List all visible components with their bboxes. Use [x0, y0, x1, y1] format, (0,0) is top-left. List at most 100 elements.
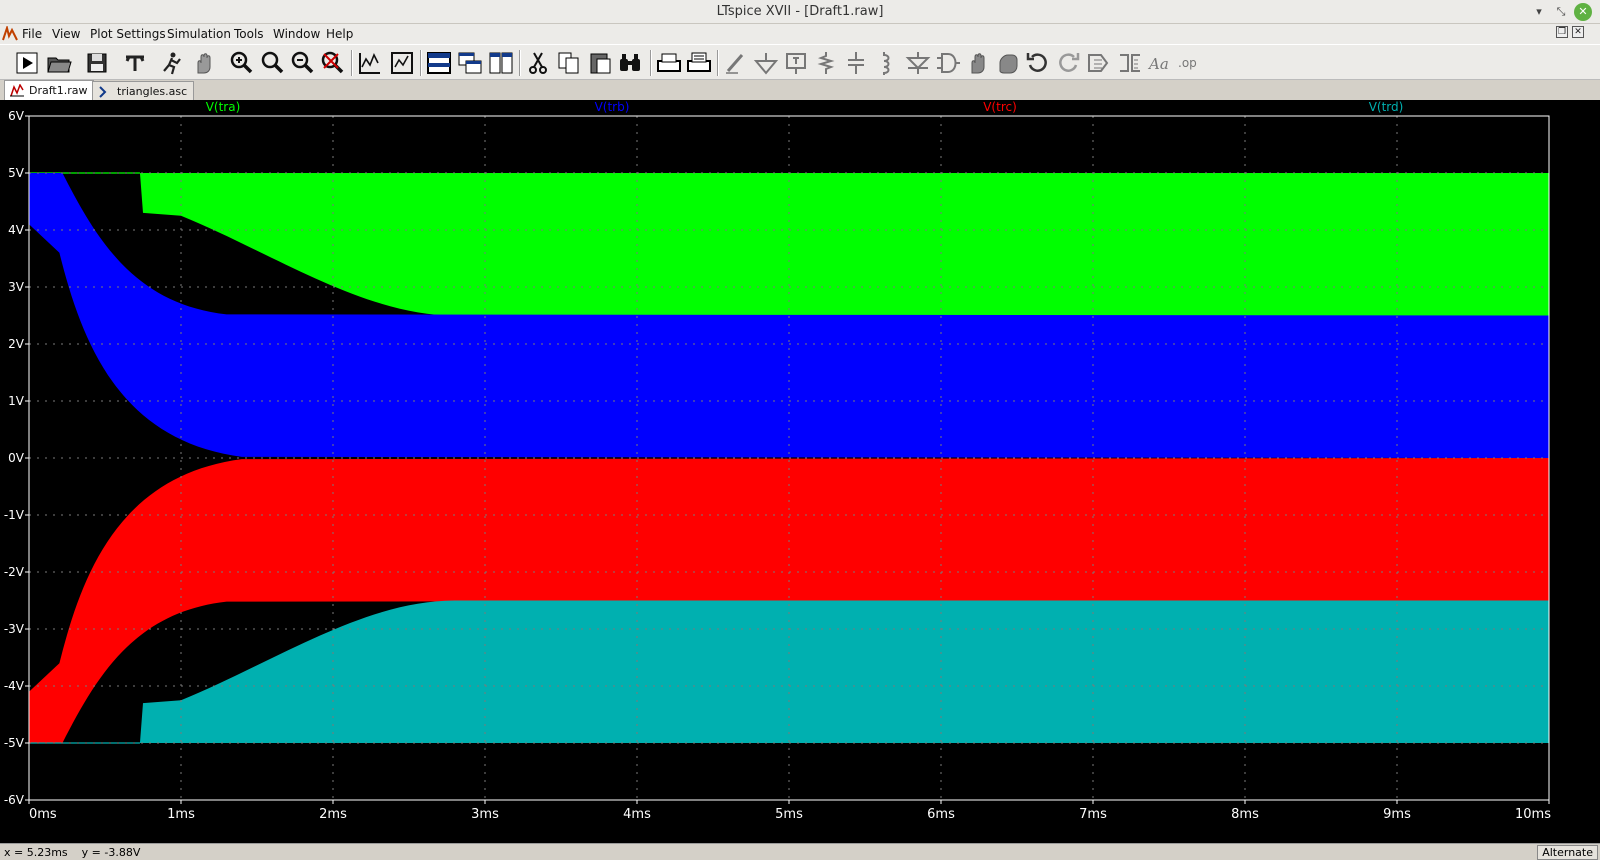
menu-help[interactable]: Help: [326, 27, 353, 41]
svg-text:Aa: Aa: [1147, 55, 1169, 73]
mark-icon[interactable]: [388, 49, 416, 77]
x-tick-label: 7ms: [1079, 807, 1107, 822]
y-tick-label: 1V: [8, 394, 25, 408]
move-icon[interactable]: [964, 49, 992, 77]
x-tick-label: 8ms: [1231, 807, 1259, 822]
spice-directive-icon[interactable]: .op: [1176, 49, 1204, 77]
y-tick-label: -3V: [4, 622, 25, 636]
y-tick-label: 0V: [8, 451, 25, 465]
tab-label: triangles.asc: [117, 85, 188, 98]
y-tick-label: 4V: [8, 223, 25, 237]
x-tick-label: 9ms: [1383, 807, 1411, 822]
tab-draft1-raw[interactable]: Draft1.raw: [4, 80, 95, 100]
copy-icon[interactable]: [555, 49, 583, 77]
schematic-icon: [99, 86, 107, 98]
title-bar: LTspice XVII - [Draft1.raw] ▾ ⤡ ✕: [0, 0, 1600, 24]
menu-plot-settings[interactable]: Plot Settings: [90, 27, 166, 41]
x-tick-label: 2ms: [319, 807, 347, 822]
find-icon[interactable]: [616, 49, 644, 77]
trace-label[interactable]: V(trb): [595, 100, 630, 114]
autorange-icon[interactable]: [356, 49, 384, 77]
ltspice-logo-icon: [2, 26, 18, 41]
capacitor-icon[interactable]: [842, 49, 870, 77]
inductor-icon[interactable]: [872, 49, 900, 77]
cut-icon[interactable]: [524, 49, 552, 77]
y-tick-label: 6V: [8, 109, 25, 123]
mdi-close-icon[interactable]: ✕: [1572, 26, 1584, 38]
zoom-in-icon[interactable]: [227, 49, 255, 77]
pan-icon[interactable]: [190, 49, 218, 77]
diode-icon[interactable]: [904, 49, 932, 77]
menu-bar: File View Plot Settings Simulation Tools…: [0, 24, 1600, 44]
component-icon[interactable]: [934, 49, 962, 77]
toolbar-separator: [519, 50, 521, 76]
mirror-icon[interactable]: [1116, 49, 1144, 77]
toolbar-separator: [717, 50, 719, 76]
trace-mode-indicator: Alternate: [1537, 845, 1598, 860]
trace-v-trd-envelope[interactable]: [139, 600, 1550, 744]
zoom-full-icon[interactable]: [258, 49, 286, 77]
ground-icon[interactable]: [752, 49, 780, 77]
svg-text:.op: .op: [1178, 56, 1197, 70]
save-icon[interactable]: [83, 49, 111, 77]
print-icon[interactable]: [655, 49, 683, 77]
tab-triangles-asc[interactable]: triangles.asc: [92, 81, 195, 100]
menu-window[interactable]: Window: [273, 27, 320, 41]
trace-v-tra-envelope[interactable]: [139, 173, 1550, 316]
y-tick-label: 2V: [8, 337, 25, 351]
toolbar-separator: [420, 50, 422, 76]
waveform-viewer[interactable]: 6V 5V 4V 3V 2V 1V 0V -1V -2V -3V -4V -5V -6V 0ms 1ms 2…: [0, 100, 1600, 843]
y-tick-label: -2V: [4, 565, 25, 579]
wire-icon[interactable]: [722, 49, 750, 77]
menu-view[interactable]: View: [52, 27, 80, 41]
waveform-icon: [10, 84, 24, 97]
run-icon[interactable]: [13, 49, 41, 77]
label-icon[interactable]: [782, 49, 810, 77]
zoom-out-icon[interactable]: [288, 49, 316, 77]
tile-vertical-icon[interactable]: [487, 49, 515, 77]
x-tick-label: 10ms: [1515, 807, 1551, 822]
x-tick-label: 6ms: [927, 807, 955, 822]
menu-tools[interactable]: Tools: [234, 27, 264, 41]
text-icon[interactable]: Aa: [1146, 49, 1174, 77]
tile-horizontal-icon[interactable]: [425, 49, 453, 77]
drag-icon[interactable]: [994, 49, 1022, 77]
y-tick-label: -6V: [4, 793, 25, 807]
x-tick-label: 5ms: [775, 807, 803, 822]
y-tick-label: -4V: [4, 679, 25, 693]
toolbar-separator: [650, 50, 652, 76]
waveform-plot[interactable]: 6V 5V 4V 3V 2V 1V 0V -1V -2V -3V -4V -5V -6V 0ms 1ms 2…: [0, 100, 1600, 843]
toolbar-separator: [351, 50, 353, 76]
status-bar: x = 5.23ms y = -3.88V Alternate: [0, 843, 1600, 860]
paste-icon[interactable]: [586, 49, 614, 77]
mdi-restore-icon[interactable]: ❐: [1556, 26, 1568, 38]
control-panel-icon[interactable]: [121, 49, 149, 77]
print-preview-icon[interactable]: [685, 49, 713, 77]
restore-icon[interactable]: ⤡: [1552, 3, 1570, 21]
halt-icon[interactable]: [158, 49, 186, 77]
x-tick-label: 0ms: [29, 807, 57, 822]
y-tick-label: 5V: [8, 166, 25, 180]
x-tick-label: 3ms: [471, 807, 499, 822]
toolbar: Aa .op: [0, 44, 1600, 80]
zoom-cancel-icon[interactable]: [318, 49, 346, 77]
minimize-icon[interactable]: ▾: [1530, 3, 1548, 21]
y-tick-label: -5V: [4, 736, 25, 750]
window-title: LTspice XVII - [Draft1.raw]: [716, 4, 884, 19]
cascade-icon[interactable]: [456, 49, 484, 77]
x-tick-label: 1ms: [167, 807, 195, 822]
trace-label[interactable]: V(tra): [206, 100, 241, 114]
y-tick-label: 3V: [8, 280, 25, 294]
x-tick-label: 4ms: [623, 807, 651, 822]
document-tabs: Draft1.raw triangles.asc: [0, 80, 1600, 100]
resistor-icon[interactable]: [812, 49, 840, 77]
open-icon[interactable]: [45, 49, 73, 77]
menu-file[interactable]: File: [22, 27, 42, 41]
trace-label[interactable]: V(trc): [983, 100, 1017, 114]
trace-label[interactable]: V(trd): [1369, 100, 1404, 114]
undo-icon[interactable]: [1024, 49, 1052, 77]
close-icon[interactable]: ✕: [1574, 3, 1592, 21]
menu-simulation[interactable]: Simulation: [167, 27, 231, 41]
rotate-icon[interactable]: [1086, 49, 1114, 77]
redo-icon[interactable]: [1054, 49, 1082, 77]
